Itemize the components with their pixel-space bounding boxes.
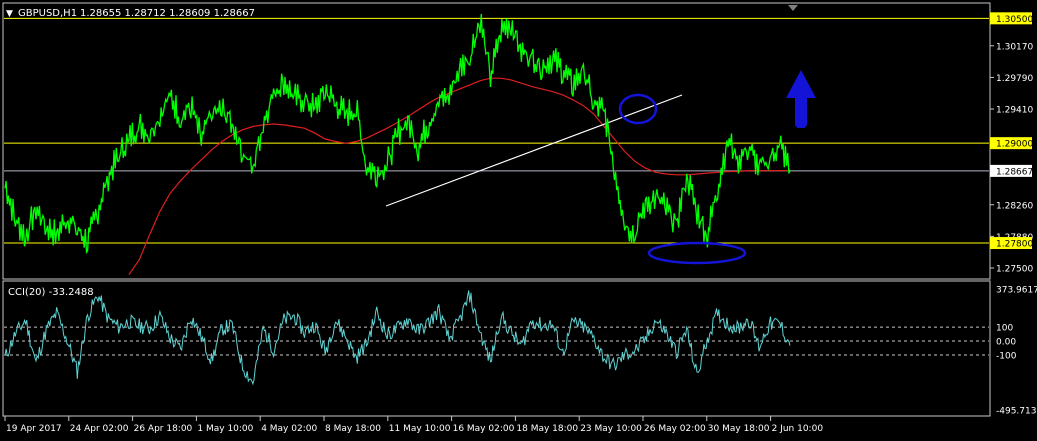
cci-line [4, 290, 791, 386]
time-axis: 19 Apr 2017 24 Apr 02:00 26 Apr 18:00 1 May… [4, 416, 824, 434]
time-tick-label: 18 May 18:00 [516, 424, 578, 434]
symbol-label: GBPUSD,H1 [18, 8, 77, 19]
price-tick-label: 1.27500 [996, 265, 1033, 275]
price-tick-label: 1.29790 [996, 74, 1033, 84]
time-tick-label: 30 May 18:00 [708, 424, 770, 434]
chart-menu-glyph[interactable]: ▼ [6, 9, 13, 19]
shift-marker-icon[interactable] [788, 5, 798, 11]
price-tick-label: 1.28260 [996, 201, 1033, 211]
cci-label: CCI(20) -33.2488 [8, 287, 94, 298]
price-tick-label: 1.28667 [996, 167, 1033, 177]
time-tick-label: 24 Apr 02:00 [70, 424, 129, 434]
price-line [4, 14, 791, 255]
cci-series [4, 290, 989, 386]
price-axis: 1.30500 1.30170 1.29790 1.29410 1.29000 1.286… [990, 12, 1033, 275]
time-tick-label: 4 May 02:00 [261, 424, 317, 434]
cci-tick-label: -495.7138 [996, 407, 1037, 417]
price-series [4, 14, 791, 255]
price-tick-label: 1.27800 [996, 240, 1033, 250]
blue-ellipse-icon[interactable] [647, 241, 747, 265]
cci-axis: 373.9617 100 0.00 -100 -495.7138 [996, 286, 1037, 417]
time-tick-label: 2 Jun 10:00 [772, 424, 824, 434]
ohlc-values: 1.28655 1.28712 1.28609 1.28667 [80, 8, 255, 19]
price-tick-label: 1.29000 [996, 140, 1033, 150]
time-tick-label: 8 May 18:00 [325, 424, 381, 434]
cci-tick-label: 100 [996, 324, 1013, 334]
cci-tick-label: 373.9617 [996, 286, 1037, 296]
chart-stage: 1.30500 1.30170 1.29790 1.29410 1.29000 1.286… [2, 2, 1037, 434]
price-tick-label: 1.30170 [996, 42, 1033, 52]
cci-panel-frame [2, 280, 991, 417]
cci-tick-label: 0.00 [996, 338, 1016, 348]
time-tick-label: 1 May 10:00 [197, 424, 253, 434]
cci-tick-label: -100 [996, 351, 1017, 361]
blue-up-arrow-icon[interactable] [786, 70, 816, 128]
time-tick-label: 16 May 02:00 [453, 424, 515, 434]
price-tick-label: 1.29410 [996, 106, 1033, 116]
time-tick-label: 26 May 02:00 [644, 424, 706, 434]
horizontal-levels [4, 17, 989, 244]
time-tick-label: 26 Apr 18:00 [134, 424, 193, 434]
trendline[interactable] [385, 94, 683, 207]
time-tick-label: 11 May 10:00 [389, 424, 451, 434]
time-tick-label: 23 May 10:00 [580, 424, 642, 434]
price-tick-label: 1.30500 [996, 15, 1033, 25]
time-tick-label: 19 Apr 2017 [6, 424, 62, 434]
blue-ellipse-icon[interactable] [618, 93, 658, 125]
